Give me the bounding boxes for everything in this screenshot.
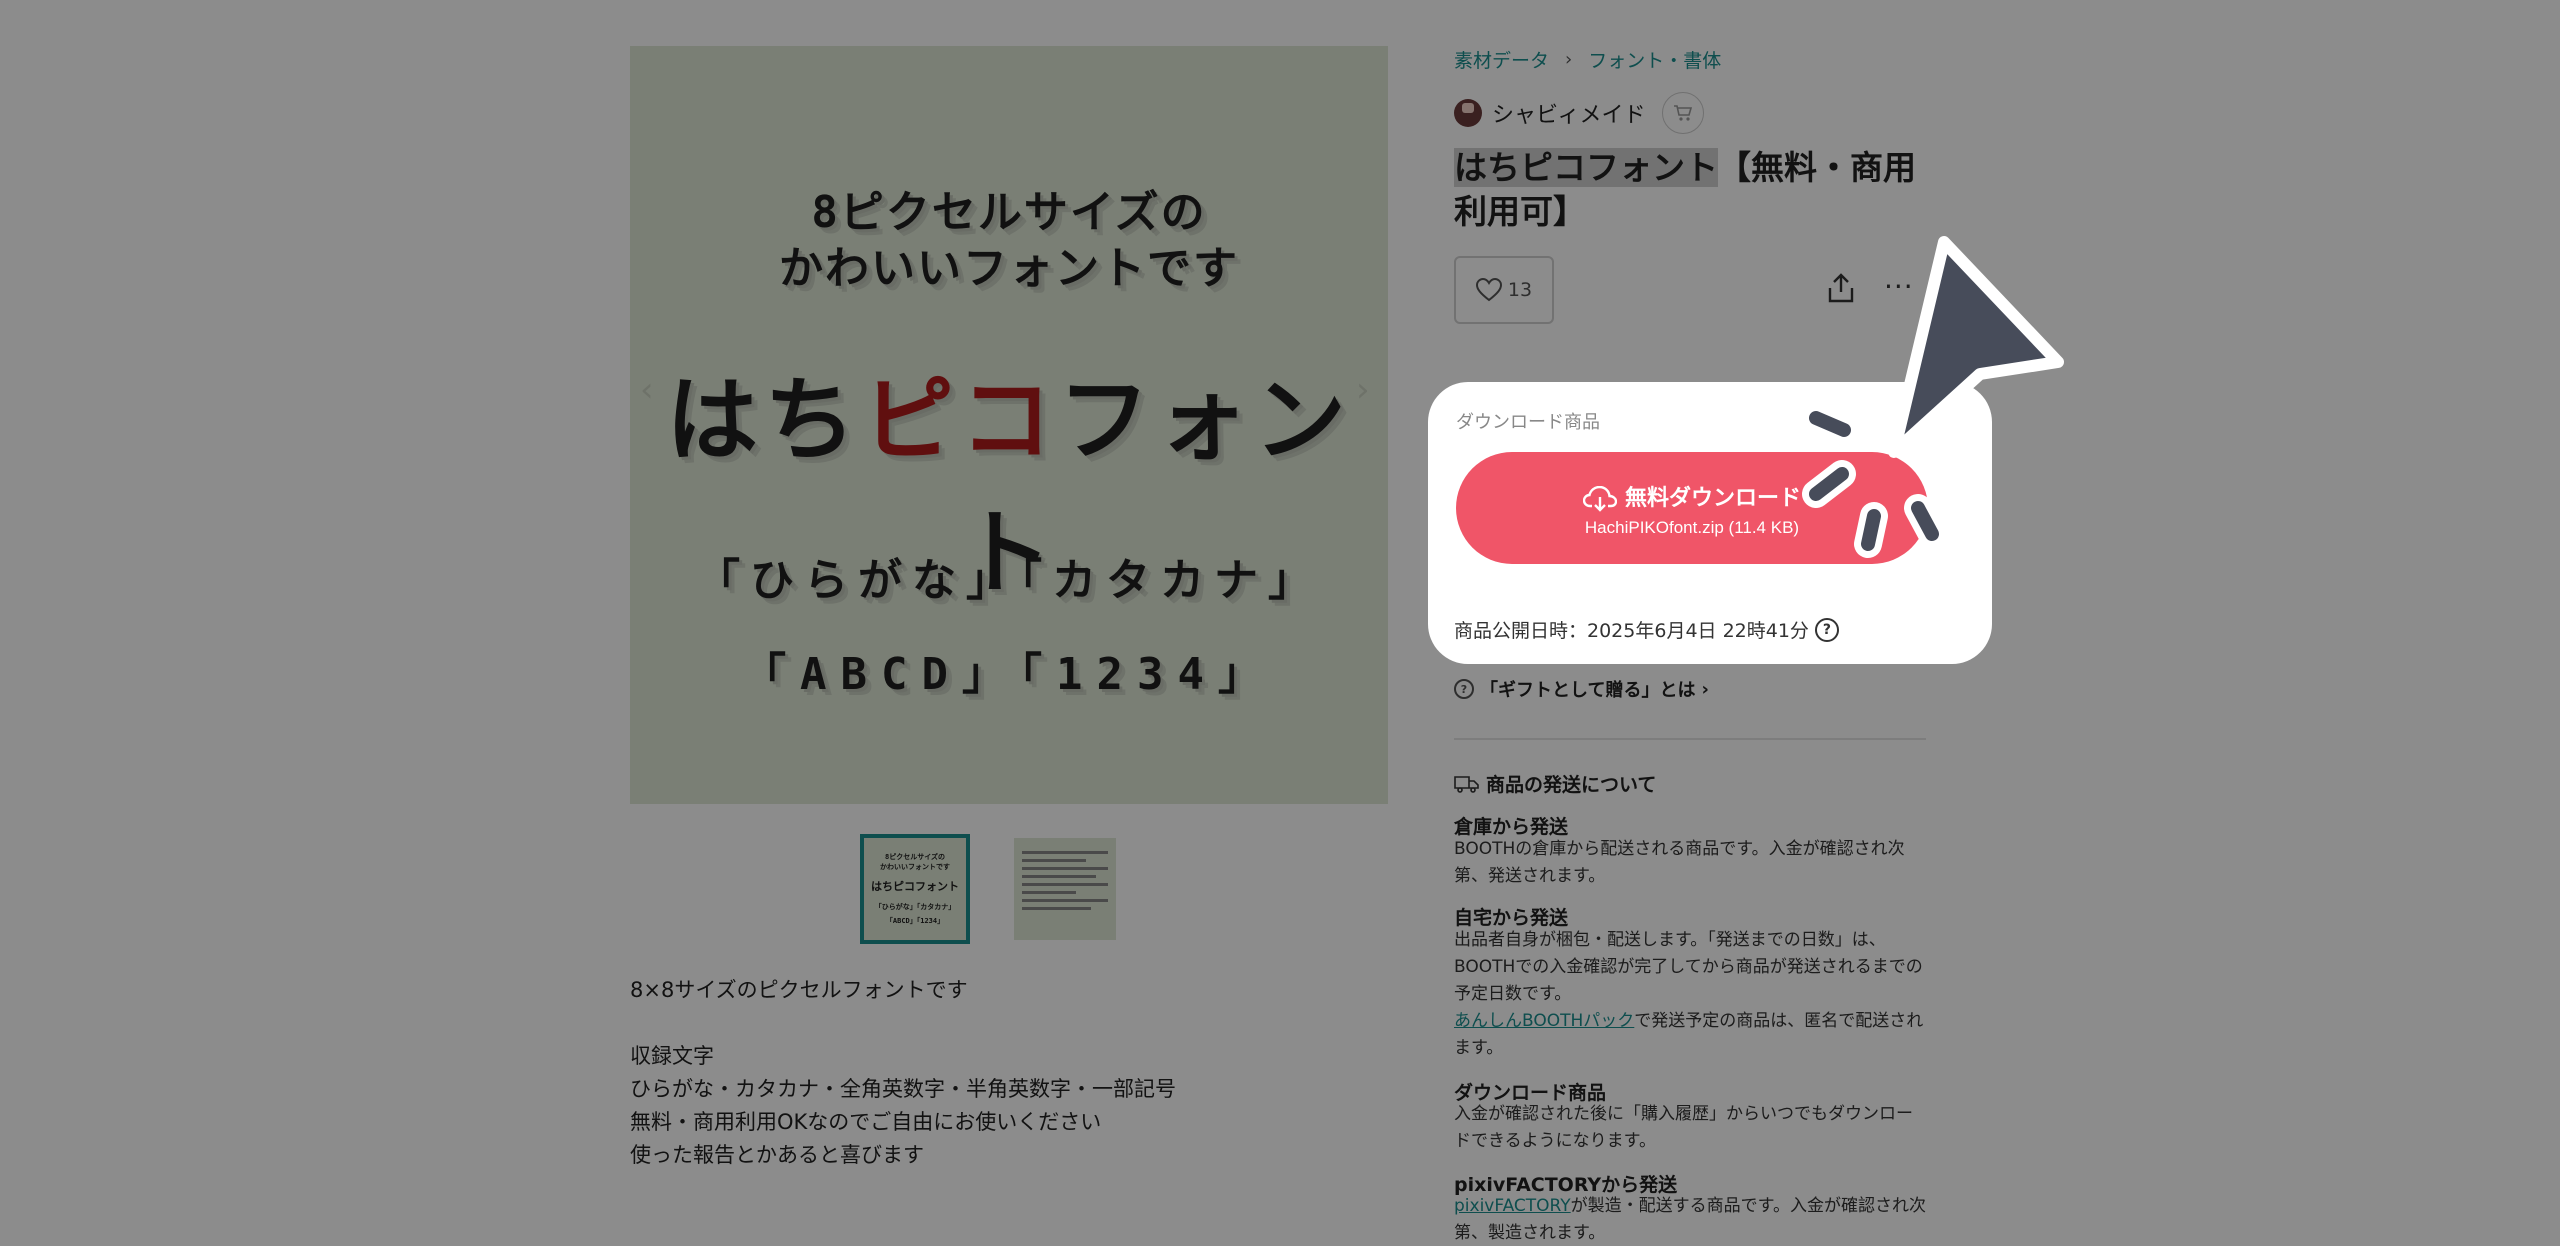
thumbnail-text-line2: かわいいフォントです [880,863,950,871]
gift-info-link-label: 「ギフトとして贈る」とは [1480,680,1696,701]
breadcrumb: 素材データ › フォント・書体 [1454,46,1721,73]
gift-info-link[interactable]: ? 「ギフトとして贈る」とは › [1454,676,1709,702]
shipping-factory-text: pixivFACTORYが製造・配送する商品です。入金が確認され次第、製造されま… [1454,1193,1926,1247]
shipping-heading-label: 商品の発送について [1486,774,1657,796]
description-paragraph-2: 収録文字 ひらがな・カタカナ・全角英数字・半角英数字・一部記号 [630,1044,1176,1101]
shipping-warehouse-title: 倉庫から発送 [1454,816,1569,838]
heart-icon [1475,278,1502,302]
thumbnail-kana: 「ひらがな」「カタカナ」 [874,903,956,911]
shipping-download-text: 入金が確認された後に「購入履歴」からいつでもダウンロードできるようになります。 [1454,1104,1913,1151]
chevron-right-icon: › [1701,678,1709,700]
cart-icon[interactable] [1661,92,1704,134]
publish-date-text: 商品公開日時：2025年6月4日 22時41分 [1454,620,1809,642]
image-text-line2: かわいいフォントです [779,243,1239,294]
pixiv-factory-link[interactable]: pixivFACTORY [1454,1196,1571,1216]
truck-icon [1454,775,1479,793]
image-title-part-a: はち [665,367,862,474]
thumbnail-2-content [1014,838,1116,910]
like-button[interactable]: 13 [1454,256,1554,324]
cursor-pointer-icon [1802,236,2064,558]
thumbnail-title: はちピコフォント [871,880,959,893]
avatar[interactable] [1454,99,1482,127]
publish-date: 商品公開日時：2025年6月4日 22時41分 ? [1454,616,1839,643]
breadcrumb-category[interactable]: 素材データ [1454,46,1549,73]
thumbnail-abcd: 「ABCD」「1234」 [885,917,945,925]
shipping-home-note: あんしんBOOTHパックで発送予定の商品は、匿名で配送されます。 [1454,1008,1926,1062]
thumbnail-text-line1: 8ピクセルサイズの [884,853,945,861]
image-text-line1: 8ピクセルサイズの [811,187,1207,238]
cloud-download-icon [1582,486,1617,512]
thumbnail-2[interactable] [1014,838,1116,940]
prev-image-arrow-icon[interactable]: ‹ [640,370,654,410]
image-abcd-line: 「ABCD」「1234」 [742,649,1276,700]
description-paragraph-3: 無料・商用利用OKなのでご自由にお使いください 使った報告とかあると喜びます [630,1110,1102,1167]
product-title-highlight: はちピコフォント [1454,148,1718,187]
breadcrumb-separator-icon: › [1565,49,1573,70]
image-kana-line: 「ひらがな」「カタカナ」 [696,555,1322,606]
product-main-image[interactable]: 8ピクセルサイズの かわいいフォントです はちピコフォント 「ひらがな」「カタカ… [630,46,1388,804]
shipping-heading: 商品の発送について [1454,770,1656,797]
help-circle-icon: ? [1454,679,1474,699]
download-label: ダウンロード商品 [1456,412,1600,433]
seller-info: シャビィメイド [1454,92,1704,134]
anshin-booth-pack-link[interactable]: あんしんBOOTHパック [1454,1011,1634,1031]
product-title: はちピコフォント【無料・商用利用可】 [1454,146,1934,234]
image-title-part-b: ピコ [861,367,1058,474]
next-image-arrow-icon[interactable]: › [1356,370,1370,410]
thumbnail-1[interactable]: 8ピクセルサイズの かわいいフォントです はちピコフォント 「ひらがな」「カタカ… [860,834,970,944]
shipping-warehouse-text: BOOTHの倉庫から配送される商品です。入金が確認され次第、発送されます。 [1454,839,1905,886]
breadcrumb-subcategory[interactable]: フォント・書体 [1588,46,1721,73]
seller-name[interactable]: シャビィメイド [1492,97,1646,129]
help-icon[interactable]: ? [1814,617,1839,642]
description-paragraph-1: 8×8サイズのピクセルフォントです [630,978,968,1002]
download-button-label: 無料ダウンロード [1624,485,1801,510]
like-count: 13 [1507,279,1533,301]
shipping-home-text: 出品者自身が梱包・配送します。「発送までの日数」は、BOOTHでの入金確認が完了… [1454,930,1923,1004]
shipping-home-title: 自宅から発送 [1454,907,1569,929]
divider [1454,738,1926,740]
